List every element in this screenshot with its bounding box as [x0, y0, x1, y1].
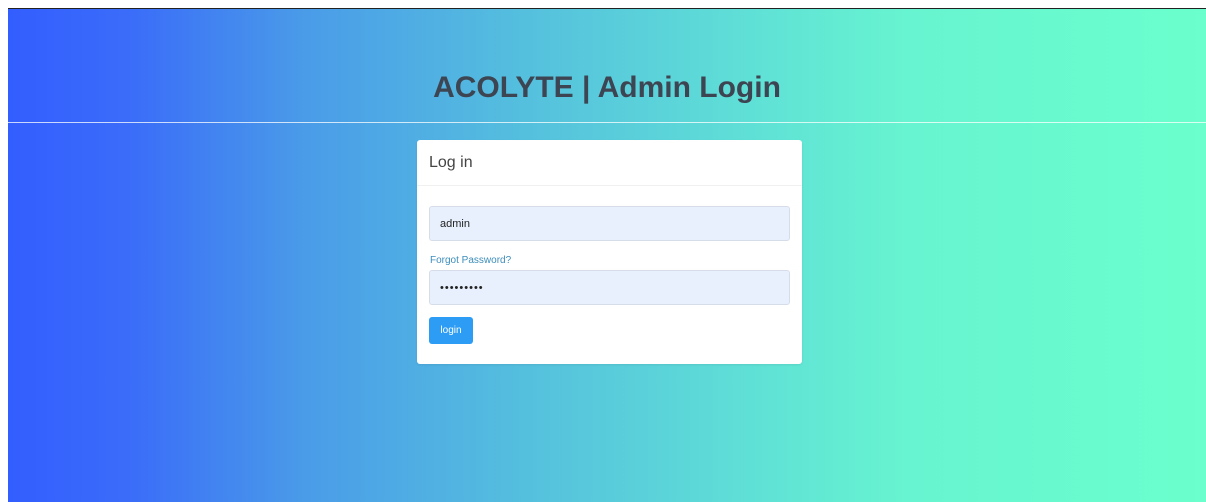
login-button[interactable]: login	[429, 317, 473, 344]
password-input[interactable]	[429, 270, 790, 305]
login-panel: Log in Forgot Password? login	[417, 140, 802, 364]
page-background: ACOLYTE | Admin Login Log in Forgot Pass…	[8, 8, 1206, 502]
username-input[interactable]	[429, 206, 790, 241]
page-title: ACOLYTE | Admin Login	[433, 71, 781, 104]
forgot-password-link[interactable]: Forgot Password?	[430, 255, 511, 266]
login-panel-heading: Log in	[417, 140, 802, 186]
header-divider	[8, 122, 1206, 123]
